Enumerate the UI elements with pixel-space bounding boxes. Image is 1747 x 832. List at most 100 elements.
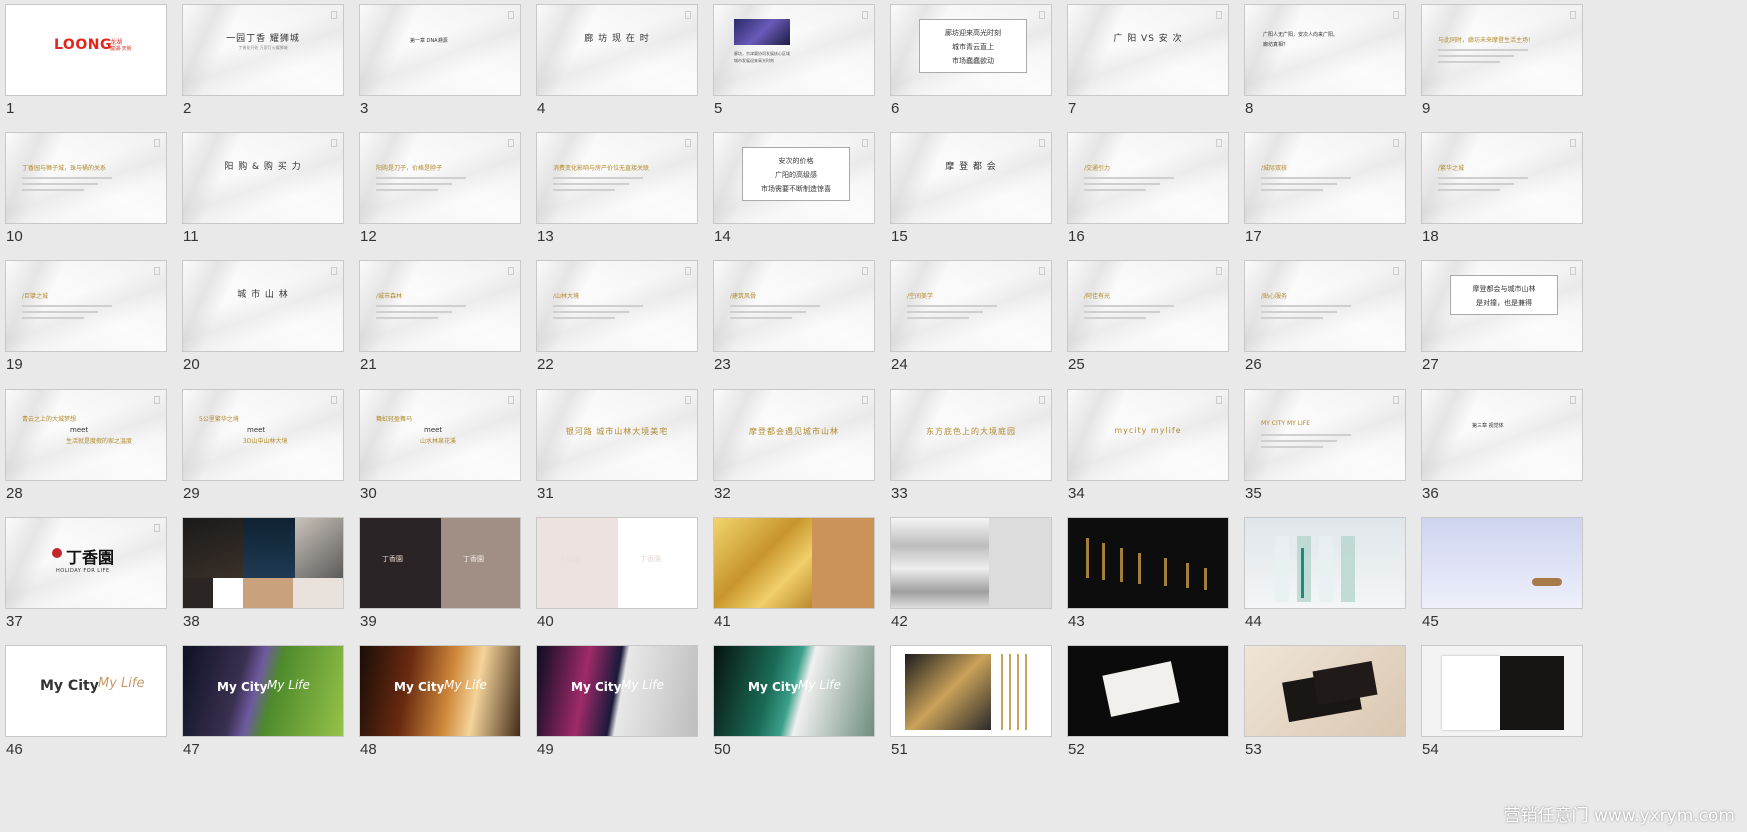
slide-thumbnail[interactable]: /城市森林	[359, 260, 521, 352]
slide-thumbnail[interactable]: 广 阳 VS 安 次	[1067, 4, 1229, 96]
slide-cell: 安次的价格 广阳的高级感 市场需要不断制造惊喜 14	[708, 128, 884, 256]
slide-number: 27	[1422, 356, 1439, 373]
body-text-line	[1438, 61, 1500, 63]
slide-thumbnail[interactable]: 舞虹轻盈舞马 meet 山水林泉花溪	[359, 389, 521, 481]
slide-line: 消费变化影响与房产价位无直接关联	[553, 165, 650, 172]
slide-thumbnail[interactable]	[182, 517, 344, 609]
mycity-logo: My City	[748, 680, 799, 694]
slide-thumbnail[interactable]: 阳购是刀子，价格是脖子	[359, 132, 521, 224]
body-text-line	[553, 183, 629, 185]
slide-line: 山水林泉花溪	[420, 438, 457, 445]
slide-thumbnail[interactable]: My City My Life	[182, 645, 344, 737]
slide-thumbnail[interactable]: /巨擘之城	[5, 260, 167, 352]
slide-thumbnail[interactable]: /阿佳有光	[1067, 260, 1229, 352]
slide-number: 46	[6, 741, 23, 758]
slide-thumbnail[interactable]: 廊坊，京津冀协同发展核心区域 城市发展迎来高光时刻	[713, 4, 875, 96]
mylife-logo: My Life	[798, 678, 841, 692]
slide-thumbnail[interactable]: 阳 购 & 购 买 力	[182, 132, 344, 224]
body-text-line	[1261, 440, 1337, 442]
gold-foil	[714, 518, 812, 608]
body-text-line	[1261, 311, 1337, 313]
gold-bar	[1102, 543, 1105, 580]
slide-thumbnail[interactable]: /贴心服务	[1244, 260, 1406, 352]
slide-cell: /繁华之城 18	[1416, 128, 1592, 256]
slide-thumbnail[interactable]: 廊 坊 现 在 时	[536, 4, 698, 96]
slide-thumbnail[interactable]: My City My Life	[359, 645, 521, 737]
slide-thumbnail[interactable]: /繁华之城	[1421, 132, 1583, 224]
collage-img	[295, 518, 343, 578]
slide-title: 银河路 城市山林大境美宅	[565, 427, 669, 436]
corner-logo-icon	[1216, 11, 1222, 19]
slide-number: 41	[714, 613, 731, 630]
body-text-line	[553, 311, 629, 313]
slide-thumbnail[interactable]	[1244, 645, 1406, 737]
slide-thumbnail[interactable]: mycity mylife	[1067, 389, 1229, 481]
slide-number: 9	[1422, 100, 1431, 117]
body-text-line	[730, 317, 792, 319]
slide-thumbnail[interactable]: 城 市 山 林	[182, 260, 344, 352]
slide-number: 5	[714, 100, 723, 117]
slide-cell: 第一章 DNA溯源 3	[354, 0, 530, 128]
slide-thumbnail[interactable]: 摩登都会与城市山林 是对撞，也是兼得	[1421, 260, 1583, 352]
slide-thumbnail[interactable]: 消费变化影响与房产价位无直接关联	[536, 132, 698, 224]
slide-cell: LOONG 龙湖 龍湖·天街 1	[0, 0, 176, 128]
slide-thumbnail[interactable]: 银河路 城市山林大境美宅	[536, 389, 698, 481]
corner-logo-icon	[1393, 139, 1399, 147]
slide-thumbnail[interactable]	[1244, 517, 1406, 609]
gold-line	[1017, 654, 1019, 730]
slide-line: /交通引力	[1084, 165, 1111, 172]
slide-thumbnail[interactable]: My City My Life	[5, 645, 167, 737]
slide-thumbnail[interactable]: /空间美学	[890, 260, 1052, 352]
slide-thumbnail[interactable]: 东方底色上的大境庭园	[890, 389, 1052, 481]
slide-line: 5公里繁华之境	[199, 416, 239, 423]
slide-thumbnail[interactable]: 5公里繁华之境 meet 3D山中山林大境	[182, 389, 344, 481]
slide-thumbnail[interactable]: 青云之上的大城梦想 meet 生活就是度假的家之温度	[5, 389, 167, 481]
slide-thumbnail[interactable]: 丁香園 HOLIDAY FOR LIFE	[5, 517, 167, 609]
slide-cell: My City My Life 47	[177, 641, 353, 769]
bronze-sculpture	[1532, 578, 1562, 586]
slide-thumbnail[interactable]: 一园丁香 耀狮城 丁香花开处 万家灯火耀狮城	[182, 4, 344, 96]
slide-thumbnail[interactable]: 丁香園 丁香園	[536, 517, 698, 609]
slide-thumbnail[interactable]: 丁香園 丁香園	[359, 517, 521, 609]
mylife-logo: My Life	[98, 676, 145, 691]
slide-thumbnail[interactable]	[1421, 645, 1583, 737]
slide-thumbnail[interactable]: MY CITY MY LIFE	[1244, 389, 1406, 481]
slide-thumbnail[interactable]: 丁香园与狮子城，珠与桶的关系	[5, 132, 167, 224]
body-text-line	[553, 189, 615, 191]
slide-thumbnail[interactable]	[1421, 517, 1583, 609]
slide-title: 一园丁香 耀狮城	[226, 34, 300, 44]
slide-thumbnail[interactable]	[890, 517, 1052, 609]
slide-thumbnail[interactable]: 摩登都会遇见城市山林	[713, 389, 875, 481]
slide-thumbnail[interactable]: My City My Life	[536, 645, 698, 737]
slide-thumbnail[interactable]: 安次的价格 广阳的高级感 市场需要不断制造惊喜	[713, 132, 875, 224]
slide-title: mycity mylife	[1114, 426, 1182, 435]
slide-thumbnail[interactable]: 摩 登 都 会	[890, 132, 1052, 224]
slide-number: 38	[183, 613, 200, 630]
slide-thumbnail[interactable]: My City My Life	[713, 645, 875, 737]
slide-thumbnail[interactable]	[1067, 517, 1229, 609]
gold-bar	[1186, 563, 1189, 588]
slide-thumbnail[interactable]: 第三章 视觉体	[1421, 389, 1583, 481]
panel-logo: 丁香園	[559, 555, 580, 563]
slide-thumbnail[interactable]: 广阳人无广阳，安次人向来广阳。 廊坊真相？	[1244, 4, 1406, 96]
body-text-line	[1261, 183, 1337, 185]
corner-logo-icon	[685, 11, 691, 19]
mycity-logo: My City	[394, 680, 445, 694]
slide-thumbnail[interactable]	[713, 517, 875, 609]
body-text-line	[1438, 55, 1514, 57]
slide-thumbnail[interactable]: /城际双核	[1244, 132, 1406, 224]
slide-thumbnail[interactable]: LOONG 龙湖 龍湖·天街	[5, 4, 167, 96]
book-cover-dark	[1500, 656, 1564, 730]
slide-thumbnail[interactable]: 第一章 DNA溯源	[359, 4, 521, 96]
slide-thumbnail[interactable]: /交通引力	[1067, 132, 1229, 224]
slide-thumbnail[interactable]: 与此同时，廊坊未来摩登生活主场!	[1421, 4, 1583, 96]
corner-logo-icon	[1393, 396, 1399, 404]
slide-title: 廊 坊 现 在 时	[584, 34, 650, 44]
slide-thumbnail[interactable]	[890, 645, 1052, 737]
slide-thumbnail[interactable]: /建筑风骨	[713, 260, 875, 352]
slide-thumbnail[interactable]	[1067, 645, 1229, 737]
slide-title: 第一章 DNA溯源	[410, 38, 448, 44]
body-text-line	[1438, 49, 1528, 51]
slide-thumbnail[interactable]: /山林大境	[536, 260, 698, 352]
slide-thumbnail[interactable]: 廊坊迎来高光时刻 城市青云直上 市场蠢蠢欲动	[890, 4, 1052, 96]
